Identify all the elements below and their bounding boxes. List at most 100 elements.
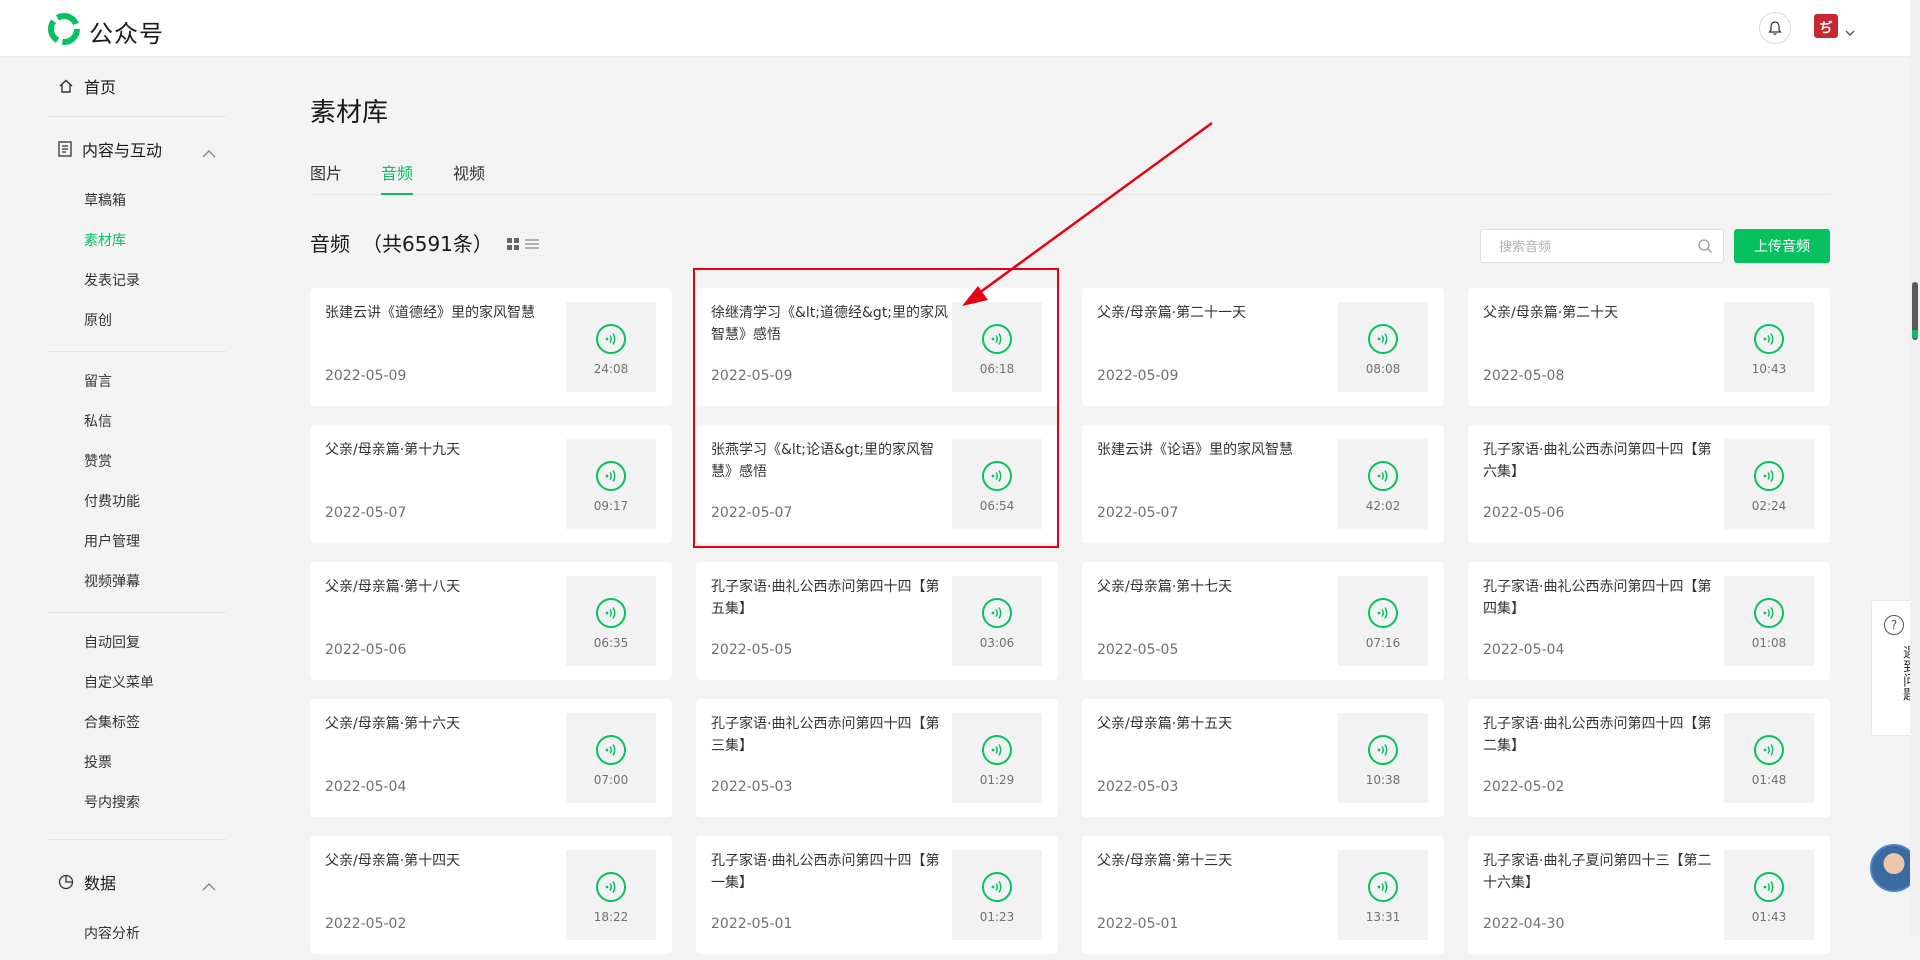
- scrollbar[interactable]: [1910, 0, 1920, 937]
- audio-wave-icon[interactable]: [982, 872, 1012, 902]
- audio-wave-icon[interactable]: [1754, 872, 1784, 902]
- sidebar-item[interactable]: 留言: [48, 362, 226, 402]
- account-avatar[interactable]: ぢ: [1814, 14, 1838, 38]
- audio-duration: 08:08: [1365, 362, 1401, 376]
- sidebar-item-content-analysis[interactable]: 内容分析: [48, 914, 226, 954]
- tab-audio[interactable]: 音频: [381, 160, 414, 195]
- audio-thumbnail[interactable]: 24:08: [566, 302, 656, 392]
- audio-date: 2022-05-02: [325, 916, 407, 932]
- audio-card[interactable]: 孔子家语·曲礼公西赤问第四十四【第一集】 2022-05-01 01:23: [696, 836, 1058, 954]
- sidebar-item-home[interactable]: 首页: [48, 56, 226, 117]
- audio-card[interactable]: 孔子家语·曲礼公西赤问第四十四【第三集】 2022-05-03 01:29: [696, 699, 1058, 817]
- upload-audio-button[interactable]: 上传音频: [1734, 229, 1830, 263]
- bell-icon[interactable]: [1759, 12, 1791, 44]
- sidebar-item[interactable]: 赞赏: [48, 442, 226, 482]
- sidebar-group-content[interactable]: 内容与互动: [48, 117, 226, 181]
- audio-title: 孔子家语·曲礼公西赤问第四十四【第二集】: [1483, 716, 1712, 754]
- audio-card[interactable]: 孔子家语·曲礼子夏问第四十三【第二十六集】 2022-04-30 01:43: [1468, 836, 1830, 954]
- audio-wave-icon[interactable]: [596, 735, 626, 765]
- audio-duration: 01:48: [1751, 773, 1787, 787]
- audio-card[interactable]: 父亲/母亲篇·第十三天 2022-05-01 13:31: [1082, 836, 1444, 954]
- audio-wave-icon[interactable]: [1754, 324, 1784, 354]
- audio-wave-icon[interactable]: [596, 872, 626, 902]
- sidebar-item[interactable]: 号内搜索: [48, 783, 226, 823]
- audio-card[interactable]: 父亲/母亲篇·第二十一天 2022-05-09 08:08: [1082, 288, 1444, 406]
- audio-thumbnail[interactable]: 01:43: [1724, 850, 1814, 940]
- audio-thumbnail[interactable]: 42:02: [1338, 439, 1428, 529]
- audio-thumbnail[interactable]: 08:08: [1338, 302, 1428, 392]
- audio-wave-icon[interactable]: [1754, 735, 1784, 765]
- audio-thumbnail[interactable]: 18:22: [566, 850, 656, 940]
- audio-wave-icon[interactable]: [596, 461, 626, 491]
- audio-date: 2022-05-03: [711, 779, 793, 795]
- audio-wave-icon[interactable]: [1754, 461, 1784, 491]
- sidebar-item[interactable]: 私信: [48, 402, 226, 442]
- audio-date: 2022-05-02: [1483, 779, 1565, 795]
- audio-card[interactable]: 父亲/母亲篇·第十九天 2022-05-07 09:17: [310, 425, 672, 543]
- audio-card[interactable]: 父亲/母亲篇·第十八天 2022-05-06 06:35: [310, 562, 672, 680]
- sidebar-item[interactable]: 自动回复: [48, 623, 226, 663]
- audio-wave-icon[interactable]: [982, 598, 1012, 628]
- search-input[interactable]: [1497, 230, 1701, 264]
- audio-card[interactable]: 父亲/母亲篇·第十五天 2022-05-03 10:38: [1082, 699, 1444, 817]
- audio-thumbnail[interactable]: 01:08: [1724, 576, 1814, 666]
- sidebar-item[interactable]: 视频弹幕: [48, 562, 226, 602]
- sidebar-item[interactable]: 草稿箱: [48, 181, 226, 221]
- audio-thumbnail[interactable]: 01:29: [952, 713, 1042, 803]
- search-icon[interactable]: [1697, 238, 1713, 258]
- audio-wave-icon[interactable]: [982, 735, 1012, 765]
- audio-card[interactable]: 父亲/母亲篇·第二十天 2022-05-08 10:43: [1468, 288, 1830, 406]
- audio-thumbnail[interactable]: 10:43: [1724, 302, 1814, 392]
- audio-card[interactable]: 张建云讲《道德经》里的家风智慧 2022-05-09 24:08: [310, 288, 672, 406]
- audio-wave-icon[interactable]: [1754, 598, 1784, 628]
- sidebar-item[interactable]: 发表记录: [48, 261, 226, 301]
- divider: [48, 351, 226, 352]
- sidebar-item[interactable]: 素材库: [48, 221, 226, 261]
- audio-wave-icon[interactable]: [596, 324, 626, 354]
- page-title: 素材库: [310, 98, 389, 128]
- audio-thumbnail[interactable]: 10:38: [1338, 713, 1428, 803]
- grid-view-icon[interactable]: [506, 231, 519, 255]
- audio-card[interactable]: 孔子家语·曲礼公西赤问第四十四【第六集】 2022-05-06 02:24: [1468, 425, 1830, 543]
- audio-date: 2022-05-09: [1097, 368, 1179, 384]
- sidebar-item[interactable]: 自定义菜单: [48, 663, 226, 703]
- search-box: [1480, 229, 1724, 264]
- audio-duration: 24:08: [593, 362, 629, 376]
- tab-images[interactable]: 图片: [310, 160, 342, 193]
- audio-card[interactable]: 父亲/母亲篇·第十四天 2022-05-02 18:22: [310, 836, 672, 954]
- audio-thumbnail[interactable]: 13:31: [1338, 850, 1428, 940]
- brand-logo[interactable]: 公众号: [47, 12, 164, 50]
- audio-thumbnail[interactable]: 03:06: [952, 576, 1042, 666]
- sidebar-item[interactable]: 投票: [48, 743, 226, 783]
- audio-card[interactable]: 父亲/母亲篇·第十六天 2022-05-04 07:00: [310, 699, 672, 817]
- audio-thumbnail[interactable]: 06:35: [566, 576, 656, 666]
- annotation-highlight-box: [693, 268, 1059, 548]
- tab-video[interactable]: 视频: [453, 160, 485, 193]
- audio-wave-icon[interactable]: [596, 598, 626, 628]
- audio-card[interactable]: 父亲/母亲篇·第十七天 2022-05-05 07:16: [1082, 562, 1444, 680]
- audio-wave-icon[interactable]: [1368, 324, 1398, 354]
- audio-card[interactable]: 孔子家语·曲礼公西赤问第四十四【第五集】 2022-05-05 03:06: [696, 562, 1058, 680]
- sidebar-item[interactable]: 原创: [48, 301, 226, 341]
- audio-thumbnail[interactable]: 01:23: [952, 850, 1042, 940]
- audio-thumbnail[interactable]: 02:24: [1724, 439, 1814, 529]
- audio-date: 2022-05-06: [1483, 505, 1565, 521]
- audio-wave-icon[interactable]: [1368, 461, 1398, 491]
- audio-card[interactable]: 张建云讲《论语》里的家风智慧 2022-05-07 42:02: [1082, 425, 1444, 543]
- audio-card[interactable]: 孔子家语·曲礼公西赤问第四十四【第四集】 2022-05-04 01:08: [1468, 562, 1830, 680]
- audio-thumbnail[interactable]: 01:48: [1724, 713, 1814, 803]
- sidebar-item[interactable]: 合集标签: [48, 703, 226, 743]
- audio-wave-icon[interactable]: [1368, 598, 1398, 628]
- audio-thumbnail[interactable]: 07:00: [566, 713, 656, 803]
- audio-wave-icon[interactable]: [1368, 872, 1398, 902]
- sidebar-item[interactable]: 付费功能: [48, 482, 226, 522]
- audio-card[interactable]: 孔子家语·曲礼公西赤问第四十四【第二集】 2022-05-02 01:48: [1468, 699, 1830, 817]
- audio-thumbnail[interactable]: 07:16: [1338, 576, 1428, 666]
- sidebar-group-data[interactable]: 数据: [48, 850, 226, 914]
- sidebar: 首页 内容与互动 草稿箱 素材库 发表记录 原创留言 私信 赞赏 付费功能 用户管理 视频弹幕自…: [48, 56, 226, 960]
- audio-thumbnail[interactable]: 09:17: [566, 439, 656, 529]
- chevron-down-icon[interactable]: [1845, 21, 1855, 40]
- list-view-icon[interactable]: [524, 231, 539, 255]
- sidebar-item[interactable]: 用户管理: [48, 522, 226, 562]
- audio-wave-icon[interactable]: [1368, 735, 1398, 765]
